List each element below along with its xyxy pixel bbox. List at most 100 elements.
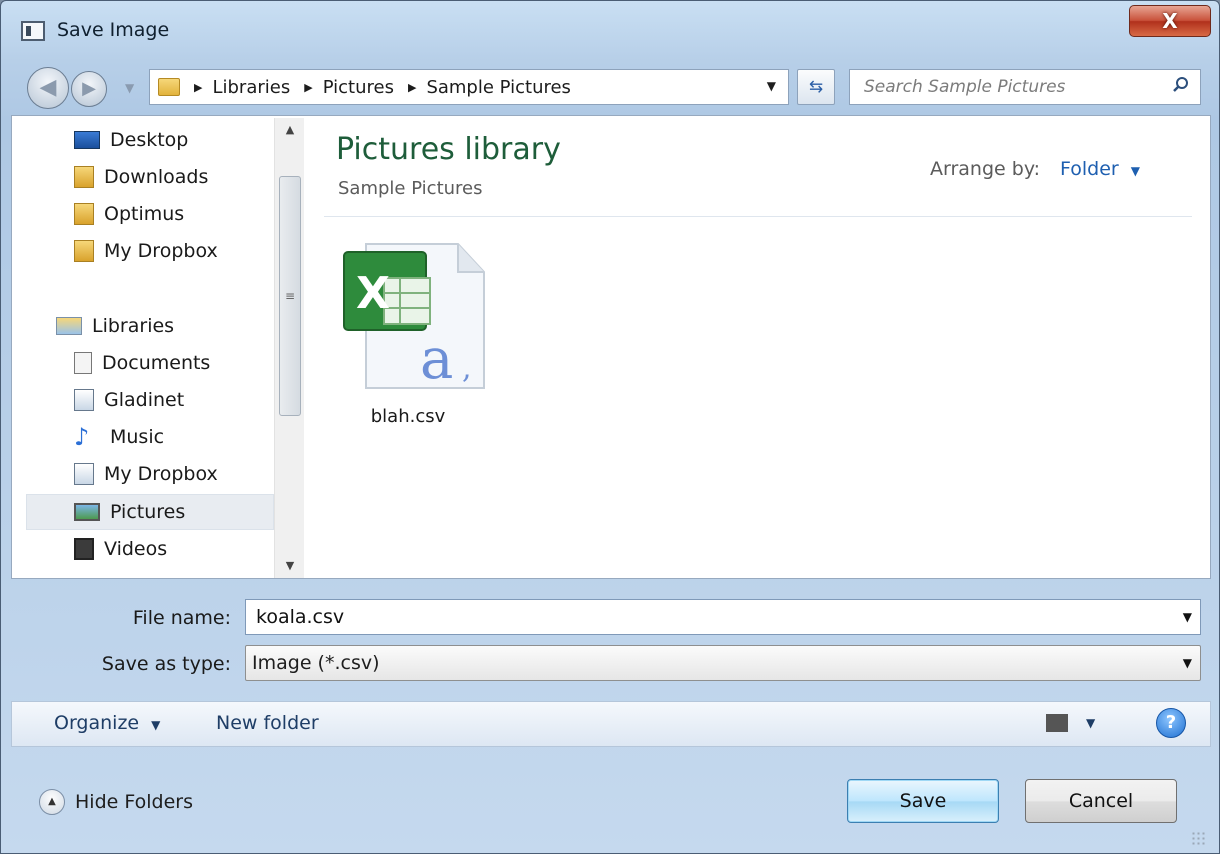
address-dropdown-icon[interactable]: ▼	[767, 79, 776, 93]
scroll-down-icon[interactable]: ▼	[275, 554, 305, 578]
chevron-down-icon: ▼	[1130, 164, 1140, 178]
nav-item-label: Optimus	[104, 203, 185, 225]
chevron-down-icon[interactable]: ▼	[1183, 610, 1192, 624]
save-form: File name: ▼ Save as type: Image (*.csv)…	[11, 581, 1211, 691]
resize-grip-icon[interactable]	[1191, 831, 1205, 845]
refresh-button[interactable]: ⇆	[797, 69, 835, 105]
file-item[interactable]: X a , blah.csv	[338, 238, 488, 438]
downloads-folder-icon	[74, 166, 94, 188]
svg-text:,: ,	[462, 351, 472, 386]
videos-icon	[74, 538, 94, 560]
gladinet-icon	[74, 389, 94, 411]
breadcrumb-libraries[interactable]: Libraries	[212, 77, 290, 98]
command-toolbar: Organize ▼ New folder ▼ ?	[11, 701, 1211, 747]
nav-item-label: Documents	[102, 352, 211, 374]
refresh-icon: ⇆	[808, 77, 824, 97]
forward-button[interactable]: ▶	[71, 71, 107, 107]
search-icon[interactable]	[1172, 76, 1190, 94]
forward-arrow-icon: ▶	[82, 78, 96, 99]
nav-item-label: Music	[110, 426, 165, 448]
nav-item-label: Libraries	[92, 315, 175, 337]
nav-item-label: My Dropbox	[104, 240, 218, 262]
dropbox-folder-icon	[74, 240, 94, 262]
search-input[interactable]	[850, 70, 1150, 104]
organize-label: Organize	[54, 712, 140, 734]
pictures-icon	[74, 503, 100, 521]
nav-item-pictures[interactable]: Pictures	[26, 494, 274, 530]
hide-folders-label: Hide Folders	[75, 791, 193, 813]
breadcrumb-sample-pictures[interactable]: Sample Pictures	[426, 77, 571, 98]
nav-item-desktop[interactable]: Desktop	[74, 122, 188, 158]
save-image-dialog: Save Image X ◀ ▶ ▼ ▶ Libraries ▶ Picture…	[0, 0, 1220, 854]
address-bar[interactable]: ▶ Libraries ▶ Pictures ▶ Sample Pictures…	[149, 69, 789, 105]
view-options-icon[interactable]	[1046, 714, 1068, 732]
file-name-input[interactable]	[246, 600, 1146, 634]
svg-text:X: X	[356, 268, 390, 319]
folder-icon	[158, 78, 180, 96]
cancel-button[interactable]: Cancel	[1025, 779, 1177, 823]
window-icon	[21, 21, 45, 41]
file-pane: Pictures library Sample Pictures Arrange…	[312, 116, 1210, 578]
nav-item-libraries[interactable]: Libraries	[56, 308, 174, 344]
save-as-type-label: Save as type:	[101, 653, 231, 675]
breadcrumb-pictures[interactable]: Pictures	[323, 77, 394, 98]
desktop-icon	[74, 131, 100, 149]
save-button[interactable]: Save	[847, 779, 999, 823]
nav-item-music[interactable]: ♪ Music	[74, 419, 164, 455]
nav-item-label: Downloads	[104, 166, 209, 188]
library-title: Pictures library	[336, 132, 561, 167]
nav-item-optimus[interactable]: Optimus	[74, 196, 184, 232]
breadcrumb-separator-icon[interactable]: ▶	[304, 81, 312, 94]
nav-item-label: Desktop	[110, 129, 189, 151]
nav-item-label: Gladinet	[104, 389, 185, 411]
scroll-thumb[interactable]: ≡	[279, 176, 301, 416]
nav-item-label: Pictures	[110, 501, 186, 523]
navigation-pane: Desktop Downloads Optimus My Dropbox Lib…	[12, 116, 312, 578]
breadcrumb-separator-icon[interactable]: ▶	[408, 81, 416, 94]
arrange-by-value: Folder	[1060, 158, 1119, 180]
search-box[interactable]	[849, 69, 1201, 105]
library-subtitle: Sample Pictures	[338, 178, 483, 199]
user-folder-icon	[74, 203, 94, 225]
libraries-icon	[56, 317, 82, 335]
back-button[interactable]: ◀	[27, 67, 69, 109]
save-as-type-select[interactable]: Image (*.csv) ▼	[245, 645, 1201, 681]
title-bar[interactable]: Save Image X	[1, 1, 1219, 63]
nav-item-videos[interactable]: Videos	[74, 531, 167, 567]
nav-item-my-dropbox-library[interactable]: My Dropbox	[74, 456, 218, 492]
file-name-field[interactable]: ▼	[245, 599, 1201, 635]
new-folder-button[interactable]: New folder	[216, 712, 319, 734]
save-as-type-value: Image (*.csv)	[252, 652, 380, 674]
header-divider	[324, 216, 1192, 217]
scroll-up-icon[interactable]: ▲	[275, 118, 305, 142]
chevron-down-icon: ▼	[151, 718, 161, 732]
nav-item-my-dropbox[interactable]: My Dropbox	[74, 233, 218, 269]
recent-locations-dropdown[interactable]: ▼	[125, 81, 134, 95]
arrange-by-dropdown[interactable]: Folder ▼	[1060, 158, 1140, 180]
nav-item-gladinet[interactable]: Gladinet	[74, 382, 184, 418]
hide-folders-button[interactable]: ▲ Hide Folders	[39, 789, 193, 815]
organize-button[interactable]: Organize ▼	[54, 712, 160, 734]
breadcrumb-separator-icon[interactable]: ▶	[194, 81, 202, 94]
window-title: Save Image	[57, 19, 170, 41]
nav-item-label: My Dropbox	[104, 463, 218, 485]
nav-item-label: Videos	[104, 538, 168, 560]
excel-csv-file-icon: X a ,	[343, 243, 485, 392]
dropbox-library-icon	[74, 463, 94, 485]
file-name-label: File name:	[132, 607, 231, 629]
help-icon[interactable]: ?	[1156, 708, 1186, 738]
chevron-down-icon[interactable]: ▼	[1086, 716, 1095, 730]
close-button[interactable]: X	[1129, 5, 1211, 37]
back-arrow-icon: ◀	[39, 75, 57, 100]
content-area: Desktop Downloads Optimus My Dropbox Lib…	[11, 115, 1211, 579]
collapse-up-icon: ▲	[39, 789, 65, 815]
dialog-footer: ▲ Hide Folders Save Cancel	[11, 749, 1211, 851]
breadcrumb: ▶ Libraries ▶ Pictures ▶ Sample Pictures	[180, 77, 571, 98]
nav-item-documents[interactable]: Documents	[74, 345, 210, 381]
file-name-label: blah.csv	[370, 406, 446, 427]
nav-pane-scrollbar[interactable]: ▲ ≡ ▼	[274, 118, 304, 578]
svg-text:a: a	[420, 327, 453, 392]
nav-item-downloads[interactable]: Downloads	[74, 159, 208, 195]
chevron-down-icon[interactable]: ▼	[1183, 646, 1192, 680]
arrange-by-label: Arrange by:	[930, 158, 1041, 180]
